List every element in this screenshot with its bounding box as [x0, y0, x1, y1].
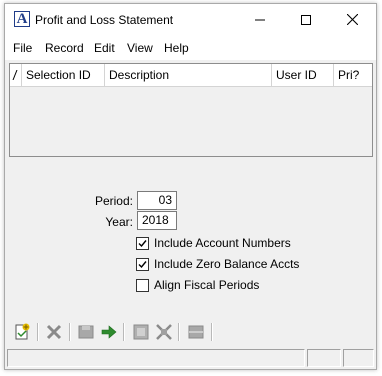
- grid-header: Selection ID Description User ID Pri?: [10, 64, 372, 87]
- minimize-button[interactable]: [237, 4, 283, 35]
- column-header-user-id[interactable]: User ID: [272, 64, 334, 86]
- grid-icon: [133, 324, 149, 340]
- menu-view[interactable]: View: [127, 41, 153, 55]
- menu-record[interactable]: Record: [45, 41, 84, 55]
- include-zero-balance-checkbox[interactable]: Include Zero Balance Accts: [136, 257, 299, 271]
- expand-button[interactable]: [154, 322, 174, 342]
- delete-icon: [46, 324, 62, 340]
- save-button[interactable]: [76, 322, 96, 342]
- toolbar-separator: [211, 323, 213, 341]
- list-button[interactable]: [186, 322, 206, 342]
- new-icon: [15, 323, 30, 340]
- new-record-button[interactable]: [12, 322, 32, 342]
- save-icon: [78, 325, 94, 339]
- checkmark-icon: [138, 260, 147, 268]
- minimize-icon: [255, 19, 265, 20]
- checkbox-label: Include Zero Balance Accts: [154, 257, 300, 271]
- checkbox-box[interactable]: [136, 278, 149, 292]
- run-button[interactable]: [99, 322, 119, 342]
- run-icon: [101, 325, 117, 339]
- sort-indicator-icon: [12, 69, 18, 81]
- status-panel-secondary: [307, 349, 341, 367]
- checkmark-icon: [138, 239, 147, 247]
- maximize-button[interactable]: [283, 4, 329, 35]
- checkbox-label: Include Account Numbers: [154, 236, 291, 250]
- app-logo-letter: A: [16, 10, 28, 27]
- main-window: A Profit and Loss Statement File Record …: [4, 3, 377, 370]
- include-account-numbers-checkbox[interactable]: Include Account Numbers: [136, 236, 291, 250]
- checkbox-box[interactable]: [136, 257, 149, 271]
- toolbar: [5, 318, 376, 345]
- window-title: Profit and Loss Statement: [35, 13, 174, 27]
- grid-button[interactable]: [131, 322, 151, 342]
- status-panel-main: [7, 349, 305, 367]
- app-logo-icon: A: [14, 11, 30, 27]
- period-label: Period:: [94, 194, 133, 208]
- toolbar-separator: [37, 323, 39, 341]
- close-icon: [346, 14, 358, 25]
- close-button[interactable]: [329, 4, 375, 35]
- column-header-pri[interactable]: Pri?: [334, 64, 372, 86]
- selection-grid[interactable]: Selection ID Description User ID Pri?: [9, 63, 373, 157]
- toolbar-separator: [69, 323, 71, 341]
- expand-icon: [156, 324, 172, 340]
- title-bar[interactable]: A Profit and Loss Statement: [5, 4, 376, 35]
- period-input[interactable]: 03: [137, 191, 177, 210]
- menu-bar: File Record Edit View Help: [5, 35, 376, 60]
- year-input[interactable]: 2018: [137, 211, 177, 230]
- menu-file[interactable]: File: [13, 41, 32, 55]
- status-bar: [5, 347, 376, 369]
- column-header-description[interactable]: Description: [105, 64, 272, 86]
- menu-help[interactable]: Help: [164, 41, 189, 55]
- list-icon: [188, 325, 204, 339]
- column-header-selection-id[interactable]: Selection ID: [22, 64, 105, 86]
- toolbar-separator: [178, 323, 180, 341]
- checkbox-label: Align Fiscal Periods: [154, 278, 260, 292]
- align-fiscal-periods-checkbox[interactable]: Align Fiscal Periods: [136, 278, 259, 292]
- status-panel-tertiary: [343, 349, 374, 367]
- checkbox-box[interactable]: [136, 236, 149, 250]
- delete-button[interactable]: [44, 322, 64, 342]
- menu-edit[interactable]: Edit: [94, 41, 115, 55]
- year-label: Year:: [105, 215, 133, 229]
- maximize-icon: [301, 14, 311, 25]
- toolbar-separator: [123, 323, 125, 341]
- column-header-indicator[interactable]: [10, 64, 22, 86]
